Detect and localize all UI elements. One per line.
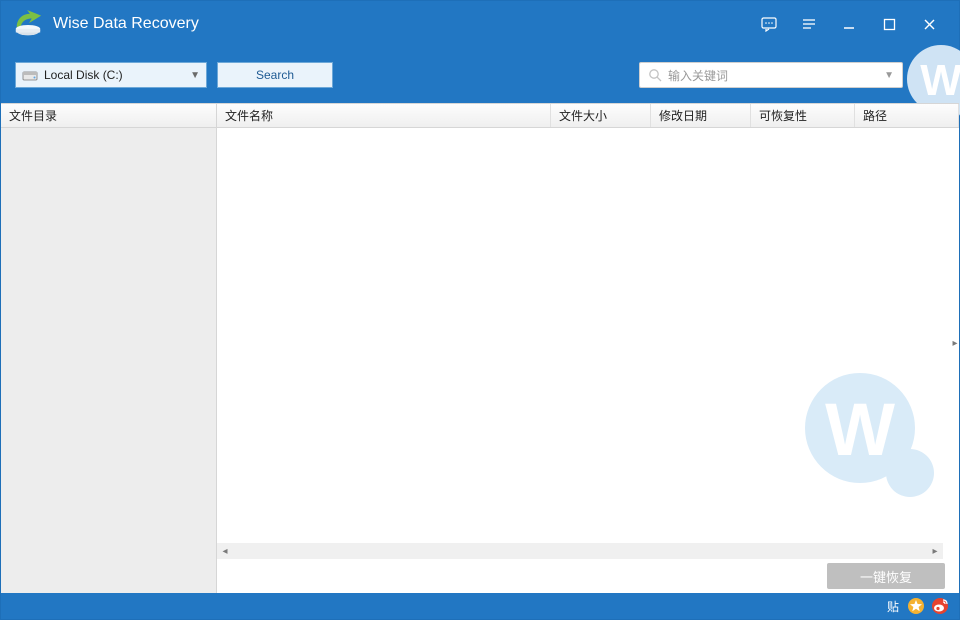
- app-logo-icon: [13, 10, 43, 38]
- disk-icon: [22, 68, 38, 82]
- drive-selected-label: Local Disk (C:): [44, 68, 123, 82]
- keyword-placeholder: 输入关键词: [668, 67, 728, 84]
- search-button-label: Search: [256, 68, 294, 82]
- column-header-recoverability[interactable]: 可恢复性: [751, 104, 855, 127]
- statusbar: 贴: [1, 593, 959, 619]
- sidebar: 文件目录: [1, 104, 217, 593]
- search-button[interactable]: Search: [217, 62, 333, 88]
- drive-select[interactable]: Local Disk (C:) ▼: [15, 62, 207, 88]
- toolbar: Local Disk (C:) ▼ Search 输入关键词 ▼ W: [1, 47, 959, 103]
- recover-button[interactable]: 一键恢复: [827, 563, 945, 589]
- feedback-icon[interactable]: [749, 4, 789, 44]
- search-icon: [648, 68, 662, 82]
- watermark-large-icon: W: [795, 363, 945, 513]
- content-area: 文件目录 文件名称 文件大小 修改日期 可恢复性 路径 W ◂ ▸: [1, 103, 959, 593]
- chevron-down-icon: ▼: [190, 70, 200, 81]
- titlebar[interactable]: Wise Data Recovery: [1, 1, 959, 47]
- scroll-left-icon[interactable]: ◂: [217, 543, 233, 559]
- app-title: Wise Data Recovery: [53, 15, 199, 33]
- column-headers: 文件名称 文件大小 修改日期 可恢复性 路径: [217, 104, 959, 128]
- minimize-button[interactable]: [829, 4, 869, 44]
- menu-icon[interactable]: [789, 4, 829, 44]
- tieba-label[interactable]: 贴: [887, 598, 899, 615]
- keyword-input[interactable]: 输入关键词 ▼: [639, 62, 903, 88]
- column-header-size[interactable]: 文件大小: [551, 104, 651, 127]
- svg-text:W: W: [825, 388, 895, 471]
- column-header-name[interactable]: 文件名称: [217, 104, 551, 127]
- column-header-date[interactable]: 修改日期: [651, 104, 751, 127]
- chevron-down-icon: ▼: [884, 70, 894, 81]
- star-icon[interactable]: [907, 597, 925, 615]
- horizontal-scrollbar[interactable]: ◂ ▸: [217, 543, 943, 559]
- file-list-panel: 文件名称 文件大小 修改日期 可恢复性 路径 W ◂ ▸ ▸: [217, 104, 959, 593]
- action-bar: 一键恢复: [217, 559, 959, 593]
- recover-button-label: 一键恢复: [860, 567, 912, 586]
- file-list: W ◂ ▸ ▸: [217, 128, 959, 559]
- sidebar-header: 文件目录: [1, 104, 216, 128]
- scroll-track[interactable]: [233, 543, 927, 559]
- scroll-right-icon[interactable]: ▸: [927, 543, 943, 559]
- svg-text:W: W: [920, 56, 960, 105]
- scroll-down-icon[interactable]: ▸: [951, 333, 959, 355]
- weibo-icon[interactable]: [931, 597, 949, 615]
- column-header-path[interactable]: 路径: [855, 104, 959, 127]
- app-window: Wise Data Recovery Local Disk (C:) ▼ Sea…: [0, 0, 960, 620]
